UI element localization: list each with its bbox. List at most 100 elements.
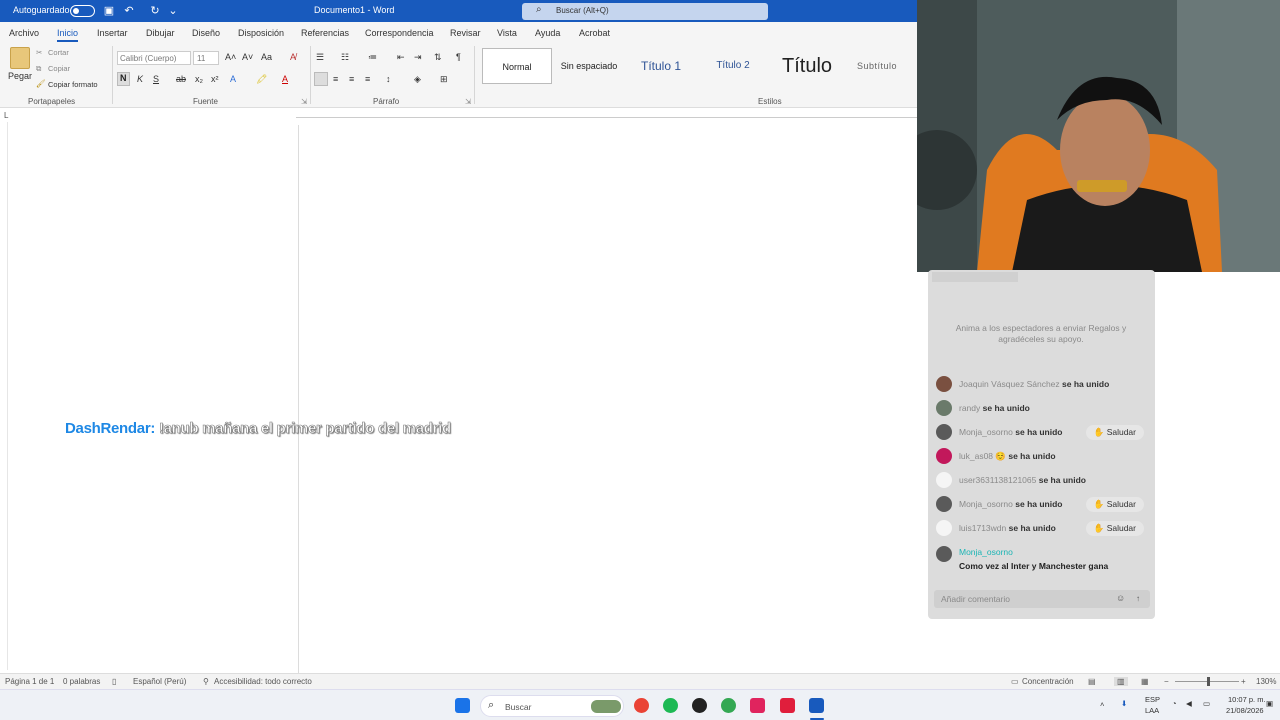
clock-date[interactable]: 21/08/2026	[1226, 706, 1264, 715]
tab-revisar[interactable]: Revisar	[450, 28, 481, 38]
chat-username[interactable]: luis1713wdn	[959, 523, 1006, 533]
chat-username[interactable]: randy	[959, 403, 980, 413]
tab-acrobat[interactable]: Acrobat	[579, 28, 610, 38]
align-left-button[interactable]	[314, 72, 328, 86]
scissors-icon[interactable]: ✂	[36, 48, 42, 57]
volume-icon[interactable]: ◀	[1186, 699, 1192, 708]
format-painter-button[interactable]: Copiar formato	[48, 80, 98, 89]
clock-time[interactable]: 10:07 p. m.	[1228, 695, 1266, 704]
document-page[interactable]	[298, 125, 918, 673]
focus-icon[interactable]: ▭	[1011, 677, 1019, 686]
tab-insertar[interactable]: Insertar	[97, 28, 128, 38]
chat-username[interactable]: Monja_osorno	[959, 427, 1013, 437]
read-mode-icon[interactable]: ▤	[1088, 677, 1096, 686]
zoom-level[interactable]: 130%	[1256, 677, 1276, 686]
chat-username[interactable]: luk_as08 ☺️	[959, 451, 1006, 461]
battery-icon[interactable]: ▭	[1203, 699, 1210, 708]
align-center-icon[interactable]: ≡	[333, 73, 338, 86]
search-box[interactable]: ⌕ Buscar (Alt+Q)	[522, 3, 768, 20]
paste-button[interactable]: Pegar	[8, 70, 32, 83]
app-icon[interactable]	[780, 698, 795, 713]
copy-icon[interactable]: ⧉	[36, 64, 41, 74]
font-dialog-icon[interactable]: ⇲	[301, 97, 307, 106]
style-no-spacing[interactable]: Sin espaciado	[556, 48, 622, 84]
justify-icon[interactable]: ≡	[365, 73, 370, 86]
font-color-icon[interactable]: A	[282, 73, 288, 86]
chat-username[interactable]: Monja_osorno	[959, 499, 1013, 509]
bold-button[interactable]: N	[117, 72, 130, 86]
obs-icon[interactable]	[692, 698, 707, 713]
accessibility-icon[interactable]: ⚲	[203, 677, 209, 686]
highlight-icon[interactable]: 🖍	[256, 73, 267, 86]
strikethrough-icon[interactable]: ab	[176, 73, 186, 86]
avatar[interactable]	[936, 448, 952, 464]
greet-button[interactable]: ✋ Saludar	[1085, 425, 1144, 440]
underline-button[interactable]: S	[153, 73, 159, 86]
avatar[interactable]	[936, 546, 952, 562]
increase-indent-icon[interactable]: ⇥	[414, 51, 422, 64]
tab-referencias[interactable]: Referencias	[301, 28, 349, 38]
format-painter-icon[interactable]: 🖌	[36, 79, 46, 88]
greet-button[interactable]: ✋ Saludar	[1085, 521, 1144, 536]
style-normal[interactable]: Normal	[482, 48, 552, 84]
autosave-toggle[interactable]	[70, 5, 95, 17]
align-right-icon[interactable]: ≡	[349, 73, 354, 86]
tab-ayuda[interactable]: Ayuda	[535, 28, 560, 38]
chrome-profile-icon[interactable]	[721, 698, 736, 713]
comment-author[interactable]: Monja_osorno	[959, 547, 1013, 557]
text-effects-icon[interactable]: A	[230, 73, 236, 86]
word-icon[interactable]	[809, 698, 824, 713]
bullets-icon[interactable]: ☰	[316, 51, 324, 64]
zoom-in-icon[interactable]: +	[1241, 677, 1246, 686]
tray-app-icon[interactable]: ⬇	[1121, 699, 1127, 708]
chat-username[interactable]: Joaquin Vásquez Sánchez	[959, 379, 1060, 389]
decrease-indent-icon[interactable]: ⇤	[397, 51, 405, 64]
tab-diseno[interactable]: Diseño	[192, 28, 220, 38]
paragraph-dialog-icon[interactable]: ⇲	[465, 97, 471, 106]
zoom-out-icon[interactable]: −	[1164, 677, 1169, 686]
focus-mode[interactable]: Concentración	[1022, 677, 1074, 686]
tab-vista[interactable]: Vista	[497, 28, 517, 38]
style-subtitle[interactable]: Subtítulo	[850, 48, 904, 84]
sort-icon[interactable]: ⇅	[434, 51, 442, 64]
style-title[interactable]: Título	[774, 48, 840, 84]
greet-button[interactable]: ✋ Saludar	[1085, 497, 1144, 512]
notifications-icon[interactable]: ▣	[1266, 699, 1273, 708]
chat-username[interactable]: user3631138121065	[959, 475, 1036, 485]
show-marks-icon[interactable]: ¶	[456, 51, 461, 64]
keyboard-layout[interactable]: LAA	[1145, 706, 1159, 715]
change-case-icon[interactable]: Aa	[261, 51, 272, 64]
web-layout-icon[interactable]: ▦	[1141, 677, 1149, 686]
cut-button[interactable]: Cortar	[48, 48, 69, 57]
horizontal-ruler[interactable]	[296, 110, 917, 118]
tab-archivo[interactable]: Archivo	[9, 28, 39, 38]
avatar[interactable]	[936, 400, 952, 416]
paste-icon[interactable]	[10, 47, 30, 69]
clear-format-icon[interactable]: A̸	[290, 51, 296, 64]
language-status[interactable]: Español (Perú)	[133, 677, 186, 686]
proofing-icon[interactable]: ▯	[112, 677, 116, 686]
font-size-select[interactable]: 11	[193, 51, 219, 65]
tiktok-live-icon[interactable]	[750, 698, 765, 713]
style-heading-1[interactable]: Título 1	[632, 48, 690, 84]
chrome-icon[interactable]	[634, 698, 649, 713]
language-code[interactable]: ESP	[1145, 695, 1160, 704]
taskbar-search[interactable]: ⌕ Buscar	[480, 695, 624, 717]
accessibility-status[interactable]: Accesibilidad: todo correcto	[214, 677, 312, 686]
comment-input[interactable]: Añadir comentario ☺ ↑	[934, 590, 1150, 608]
redo-icon[interactable]: ↻	[148, 4, 162, 18]
vertical-ruler[interactable]	[0, 122, 14, 670]
shading-icon[interactable]: ◈	[414, 73, 421, 86]
multilevel-list-icon[interactable]: ≔	[368, 51, 377, 64]
word-count[interactable]: 0 palabras	[63, 677, 100, 686]
avatar[interactable]	[936, 376, 952, 392]
copy-button[interactable]: Copiar	[48, 64, 70, 73]
avatar[interactable]	[936, 424, 952, 440]
tab-dibujar[interactable]: Dibujar	[146, 28, 175, 38]
zoom-slider-thumb[interactable]	[1207, 677, 1210, 686]
emoji-icon[interactable]: ☺	[1116, 593, 1125, 603]
windows-start-icon[interactable]	[455, 698, 470, 713]
avatar[interactable]	[936, 520, 952, 536]
numbering-icon[interactable]: ☷	[341, 51, 349, 64]
shrink-font-icon[interactable]: A˅	[242, 51, 253, 64]
